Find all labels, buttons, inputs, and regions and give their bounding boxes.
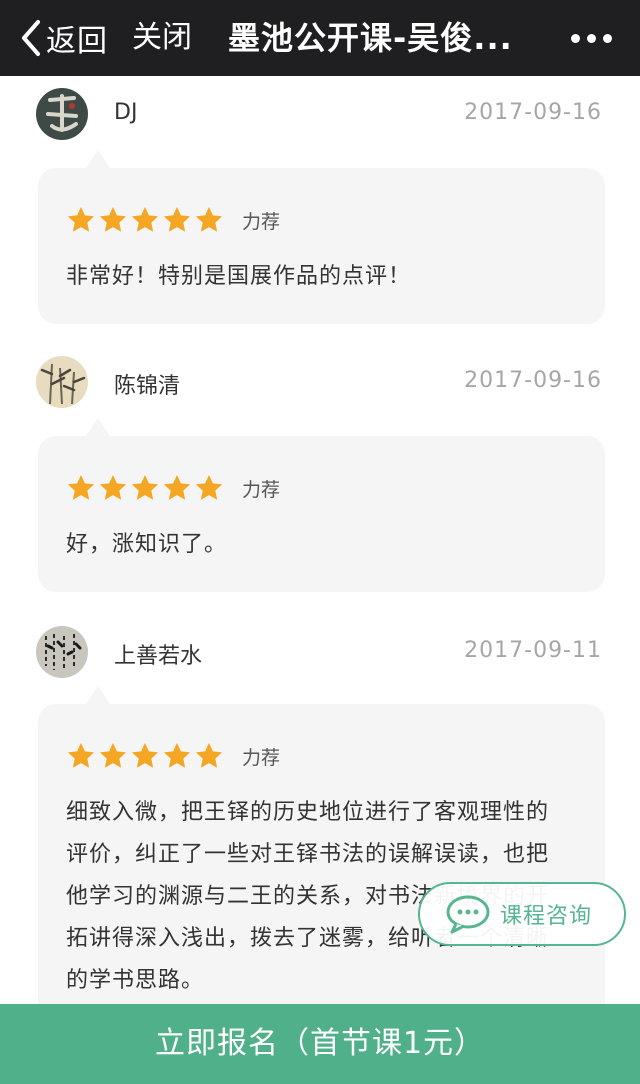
- top-navigation-bar: 返回 关闭 墨池公开课-吴俊...: [0, 0, 640, 76]
- page: 返回 关闭 墨池公开课-吴俊... DJ 2017-09-16 力荐 非常好！特…: [0, 0, 640, 1084]
- back-button[interactable]: 返回: [18, 0, 108, 76]
- star-icon: [163, 474, 191, 500]
- star-rating: [66, 473, 224, 503]
- user-avatar[interactable]: [36, 626, 88, 678]
- star-rating: [66, 741, 224, 771]
- star-icon: [67, 474, 95, 500]
- consult-label: 课程咨询: [500, 904, 593, 929]
- star-icon: [195, 474, 223, 500]
- star-rating: [66, 205, 224, 235]
- review-bubble: 力荐 细致入微，把王铎的历史地位进行了客观理性的评价，纠正了一些对王铎书法的误解…: [38, 686, 605, 1024]
- review-item: DJ 2017-09-16 力荐 非常好！特别是国展作品的点评！: [0, 76, 640, 344]
- review-bubble: 力荐 好，涨知识了。: [38, 418, 605, 592]
- star-icon: [195, 206, 223, 232]
- star-icon: [131, 742, 159, 768]
- user-avatar[interactable]: [36, 356, 88, 408]
- rating-row: 力荐: [66, 470, 577, 506]
- more-options-button[interactable]: [571, 0, 612, 76]
- more-dot-icon: [603, 33, 612, 43]
- star-icon: [99, 742, 127, 768]
- calligraphy-avatar-icon: [36, 88, 88, 140]
- course-consult-button[interactable]: 课程咨询: [418, 882, 626, 946]
- star-icon: [131, 474, 159, 500]
- reviewer-name: 上善若水: [114, 644, 203, 669]
- back-label: 返回: [46, 24, 108, 59]
- script-avatar-icon: [36, 626, 88, 678]
- rating-row: 力荐: [66, 738, 577, 774]
- star-icon: [131, 206, 159, 232]
- review-comment: 好，涨知识了。: [66, 532, 228, 557]
- star-icon: [163, 742, 191, 768]
- more-dot-icon: [571, 33, 580, 43]
- star-icon: [67, 206, 95, 232]
- review-date: 2017-09-11: [464, 638, 602, 663]
- review-item: 陈锦清 2017-09-16 力荐 好，涨知识了。: [0, 344, 640, 612]
- review-bubble: 力荐 非常好！特别是国展作品的点评！: [38, 150, 605, 324]
- star-icon: [195, 742, 223, 768]
- bamboo-painting-avatar-icon: [36, 356, 88, 408]
- close-button[interactable]: 关闭: [132, 0, 192, 76]
- rating-label: 力荐: [242, 210, 281, 233]
- star-icon: [99, 206, 127, 232]
- chat-bubble-icon: [446, 895, 490, 934]
- review-comment: 非常好！特别是国展作品的点评！: [66, 264, 412, 289]
- more-dot-icon: [587, 33, 596, 43]
- review-date: 2017-09-16: [464, 368, 602, 393]
- review-date: 2017-09-16: [464, 100, 602, 125]
- star-icon: [163, 206, 191, 232]
- chevron-left-icon: [22, 20, 40, 56]
- star-icon: [67, 742, 95, 768]
- user-avatar[interactable]: [36, 88, 88, 140]
- rating-label: 力荐: [242, 746, 281, 769]
- star-icon: [99, 474, 127, 500]
- page-title: 墨池公开课-吴俊...: [228, 19, 513, 57]
- reviewer-name: DJ: [114, 100, 138, 125]
- rating-row: 力荐: [66, 202, 577, 238]
- review-item: 上善若水 2017-09-11 力荐 细致入微，把王铎的历史地位进行了客观理性的…: [0, 612, 640, 1024]
- rating-label: 力荐: [242, 478, 281, 501]
- enroll-button[interactable]: 立即报名（首节课1元）: [0, 1004, 640, 1084]
- reviewer-name: 陈锦清: [114, 374, 181, 399]
